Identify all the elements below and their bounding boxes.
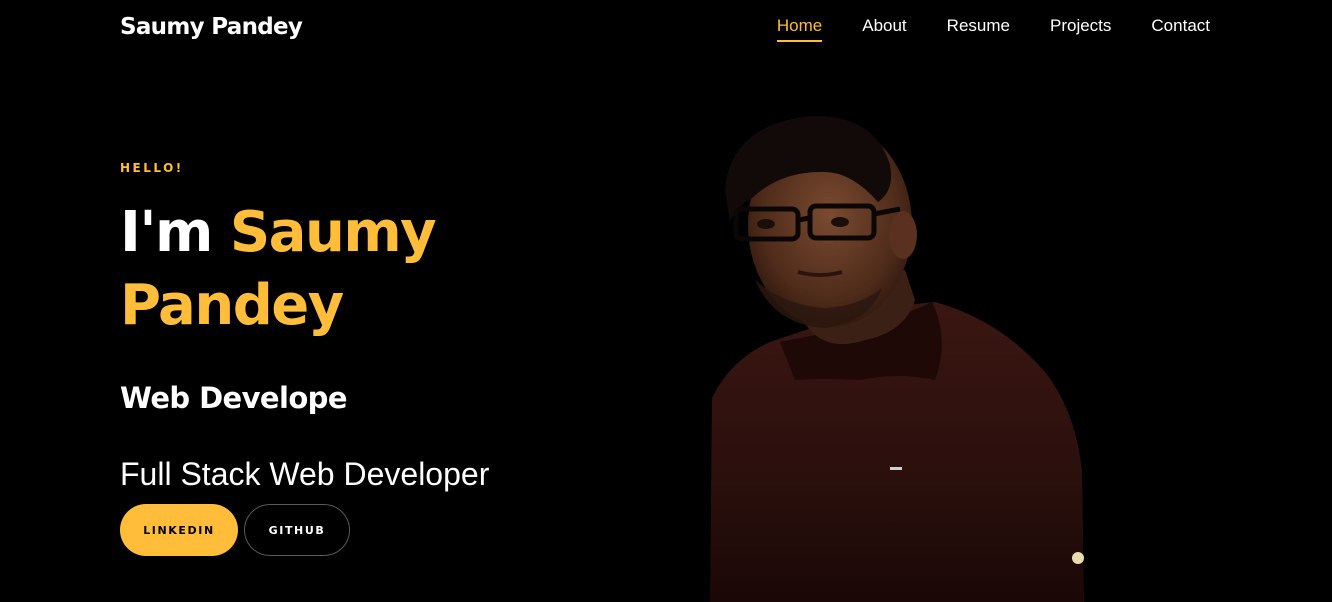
portrait-photo bbox=[700, 110, 1100, 602]
hero-greeting: I'm bbox=[120, 200, 213, 265]
hero-headline: I'm Saumy Pandey bbox=[120, 196, 660, 342]
nav-link-contact[interactable]: Contact bbox=[1151, 16, 1210, 42]
hero-tagline: Full Stack Web Developer bbox=[120, 456, 490, 492]
hero-eyebrow: HELLO! bbox=[120, 161, 184, 175]
github-button[interactable]: GITHUB bbox=[244, 504, 350, 556]
hero-last-name: Pandey bbox=[120, 273, 344, 338]
nav-links: Home About Resume Projects Contact bbox=[737, 16, 1210, 42]
hero-buttons: LINKEDIN GITHUB bbox=[120, 504, 350, 556]
nav-link-projects[interactable]: Projects bbox=[1050, 16, 1111, 42]
hero-first-name: Saumy bbox=[229, 200, 437, 265]
nav-link-about[interactable]: About bbox=[862, 16, 906, 42]
hero-text: HELLO! I'm Saumy Pandey Web Develope Ful… bbox=[120, 158, 660, 494]
nav-link-resume[interactable]: Resume bbox=[947, 16, 1010, 42]
page: Saumy Pandey Home About Resume Projects … bbox=[0, 0, 1332, 602]
top-nav: Saumy Pandey Home About Resume Projects … bbox=[0, 0, 1332, 60]
linkedin-button[interactable]: LINKEDIN bbox=[120, 504, 238, 556]
hero-role: Web Develope bbox=[120, 381, 347, 415]
nav-link-home[interactable]: Home bbox=[776, 16, 823, 42]
brand-logo[interactable]: Saumy Pandey bbox=[120, 14, 303, 40]
